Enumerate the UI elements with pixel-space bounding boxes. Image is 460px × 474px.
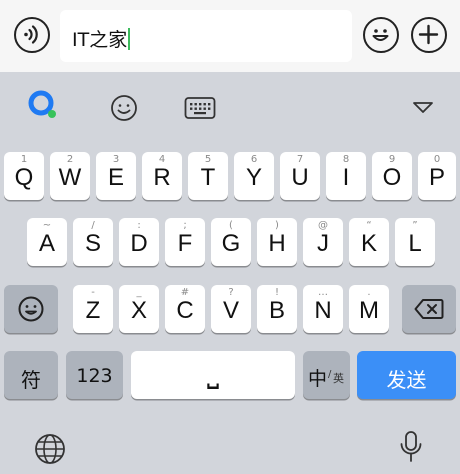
key-y-label: Y xyxy=(245,164,262,191)
key-x-label: X xyxy=(130,297,147,324)
backspace-icon xyxy=(414,299,444,319)
key-j[interactable]: @ J xyxy=(303,218,343,266)
space-key-label: ⎵ xyxy=(207,355,219,390)
language-secondary-label: 英 xyxy=(333,372,344,385)
search-logo-icon[interactable] xyxy=(26,88,60,122)
space-key[interactable]: ⎵ xyxy=(131,351,295,399)
emoji-face-icon xyxy=(18,296,44,322)
key-b[interactable]: ! B xyxy=(257,285,297,333)
key-a[interactable]: ~ A xyxy=(27,218,67,266)
key-n[interactable]: … N xyxy=(303,285,343,333)
key-z[interactable]: -Z xyxy=(73,285,113,333)
globe-icon[interactable] xyxy=(33,432,67,466)
key-x[interactable]: _ X xyxy=(119,285,159,333)
key-l[interactable]: ” L xyxy=(395,218,435,266)
key-e[interactable]: 3E xyxy=(96,152,136,200)
key-b-label: B xyxy=(268,297,285,324)
key-e-label: E xyxy=(107,164,124,191)
key-v[interactable]: ? V xyxy=(211,285,251,333)
language-switch-key[interactable]: 中 / 英 xyxy=(303,351,350,399)
key-y[interactable]: 6Y xyxy=(234,152,274,200)
key-t-label: T xyxy=(200,164,216,191)
symbol-key-label: 符 xyxy=(21,368,41,392)
text-caret xyxy=(128,28,131,50)
smiley-icon xyxy=(372,29,389,41)
key-o-label: O xyxy=(382,164,402,191)
key-w[interactable]: 2W xyxy=(50,152,90,200)
key-d[interactable]: :D xyxy=(119,218,159,266)
key-q[interactable]: 1Q xyxy=(4,152,44,200)
collapse-keyboard-icon[interactable] xyxy=(412,101,434,115)
key-l-label: L xyxy=(408,230,422,257)
symbol-key[interactable]: 符 xyxy=(4,351,58,399)
key-i-label: I xyxy=(342,164,350,191)
key-h[interactable]: ) H xyxy=(257,218,297,266)
numeric-key-label: 123 xyxy=(76,365,113,387)
key-k[interactable]: “K xyxy=(349,218,389,266)
input-bar: IT之家 xyxy=(0,0,460,72)
key-g[interactable]: (G xyxy=(211,218,251,266)
key-d-label: D xyxy=(130,230,148,257)
key-t[interactable]: 5T xyxy=(188,152,228,200)
key-w-label: W xyxy=(58,164,82,191)
key-r-label: R xyxy=(153,164,171,191)
key-u-label: U xyxy=(291,164,309,191)
keyboard-bottom-bar xyxy=(0,406,460,474)
microphone-icon[interactable] xyxy=(398,430,424,464)
key-c-label: C xyxy=(176,297,194,324)
delete-key[interactable] xyxy=(402,285,456,333)
key-p-label: P xyxy=(428,164,445,191)
emoji-button[interactable] xyxy=(363,17,399,53)
key-i[interactable]: 8I xyxy=(326,152,366,200)
key-f[interactable]: ; F xyxy=(165,218,205,266)
key-z-label: Z xyxy=(85,297,101,324)
key-f-label: F xyxy=(177,230,193,257)
send-key[interactable]: 发送 xyxy=(357,351,456,399)
voice-message-button[interactable] xyxy=(14,17,50,53)
emoji-key[interactable] xyxy=(4,285,58,333)
key-v-label: V xyxy=(222,297,239,324)
key-q-label: Q xyxy=(14,164,34,191)
key-c[interactable]: # C xyxy=(165,285,205,333)
keyboard-switch-icon[interactable] xyxy=(184,96,216,122)
key-n-label: N xyxy=(314,297,332,324)
key-a-label: A xyxy=(38,230,55,257)
key-h-label: H xyxy=(268,230,286,257)
language-primary-label: 中 xyxy=(308,368,328,390)
key-s[interactable]: / S xyxy=(73,218,113,266)
key-r[interactable]: 4R xyxy=(142,152,182,200)
more-button[interactable] xyxy=(411,17,447,53)
message-input-text: IT之家 xyxy=(72,25,131,52)
message-input[interactable]: IT之家 xyxy=(60,10,352,62)
send-key-label: 发送 xyxy=(386,368,427,392)
emoji-panel-icon[interactable] xyxy=(109,93,139,123)
key-j-label: J xyxy=(317,230,329,257)
key-g-label: G xyxy=(221,230,241,257)
language-separator: / xyxy=(328,369,332,380)
key-u[interactable]: 7U xyxy=(280,152,320,200)
key-p[interactable]: 0P xyxy=(418,152,456,200)
numeric-key[interactable]: 123 xyxy=(66,351,123,399)
voice-icon xyxy=(24,25,38,44)
key-m-label: M xyxy=(359,297,379,324)
key-o[interactable]: 9O xyxy=(372,152,412,200)
plus-icon xyxy=(418,24,439,45)
key-s-label: S xyxy=(84,230,101,257)
key-k-label: K xyxy=(360,230,377,257)
keyboard-toolbar xyxy=(0,72,460,140)
key-m[interactable]: .M xyxy=(349,285,389,333)
